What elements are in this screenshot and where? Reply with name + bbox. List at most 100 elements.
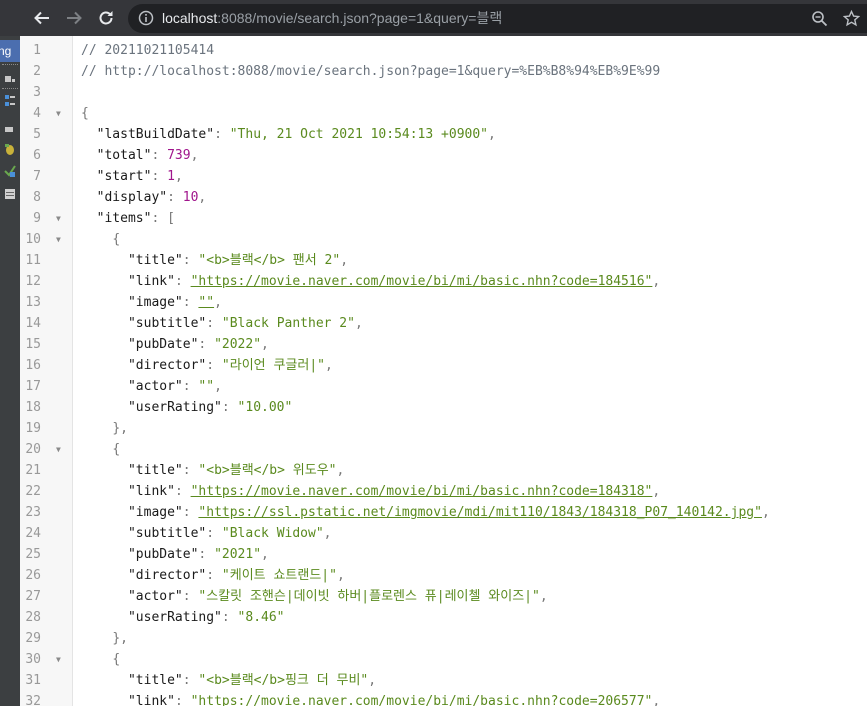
back-arrow-icon (34, 11, 49, 25)
address-url[interactable]: localhost:8088/movie/search.json?page=1&… (162, 10, 502, 27)
json-key: "actor" (127, 589, 183, 604)
json-string: "2022" (214, 337, 262, 352)
line-number: 1 (33, 43, 41, 58)
json-string: "Black Panther 2" (221, 316, 355, 331)
line-number: 28 (25, 610, 41, 625)
line-number: 15 (25, 337, 41, 352)
code-line: 12 "link": "https://movie.naver.com/movi… (20, 271, 867, 292)
json-key: "display" (96, 190, 168, 205)
json-punctuation: }, (112, 631, 128, 646)
code-content: { (81, 649, 120, 670)
line-number: 5 (33, 127, 41, 142)
json-punctuation: : (174, 274, 191, 289)
line-number: 22 (25, 484, 41, 499)
check-icon[interactable] (4, 164, 16, 178)
code-content: "link": "https://movie.naver.com/movie/b… (81, 271, 660, 292)
url-path: :8088/movie/search.json?page=1&query=블랙 (217, 10, 503, 26)
code-line: 32 "link": "https://movie.naver.com/movi… (20, 691, 867, 706)
json-comment: // http://localhost:8088/movie/search.js… (81, 64, 661, 79)
address-bar[interactable]: localhost:8088/movie/search.json?page=1&… (128, 4, 867, 33)
json-comment: // 20211021105414 (81, 43, 215, 58)
json-punctuation: , (336, 568, 345, 583)
code-content: { (81, 103, 89, 124)
database-icon[interactable] (4, 188, 16, 200)
line-number: 24 (25, 526, 41, 541)
line-number: 25 (25, 547, 41, 562)
code-content: "image": "https://ssl.pstatic.net/imgmov… (81, 502, 770, 523)
url-host: localhost (162, 10, 218, 26)
run-icon[interactable] (4, 124, 16, 134)
json-link[interactable]: "https://movie.naver.com/movie/bi/mi/bas… (191, 274, 653, 289)
code-content: "items": [ (81, 208, 175, 229)
bookmark-star-icon[interactable] (843, 10, 860, 27)
json-punctuation: : (206, 358, 222, 373)
fold-toggle-icon[interactable]: ▼ (56, 229, 61, 250)
json-string: "10.00" (237, 400, 293, 415)
json-key: "userRating" (127, 400, 222, 415)
json-key: "lastBuildDate" (96, 127, 215, 142)
code-line: 24 "subtitle": "Black Widow", (20, 523, 867, 544)
code-content: "total": 739, (81, 145, 199, 166)
line-number: 13 (25, 295, 41, 310)
json-key: "title" (127, 253, 183, 268)
json-link[interactable]: "https://movie.naver.com/movie/bi/mi/bas… (191, 484, 653, 499)
json-key: "subtitle" (127, 316, 207, 331)
line-number: 23 (25, 505, 41, 520)
fold-toggle-icon[interactable]: ▼ (56, 103, 61, 124)
code-line: 21 "title": "<b>블랙</b> 위도우", (20, 460, 867, 481)
line-number: 9 (33, 211, 41, 226)
json-punctuation: , (539, 589, 548, 604)
json-link[interactable]: "https://ssl.pstatic.net/imgmovie/mdi/mi… (198, 505, 762, 520)
json-punctuation: : (206, 316, 222, 331)
json-string: "" (198, 379, 215, 394)
code-content: "link": "https://movie.naver.com/movie/b… (81, 481, 660, 502)
bug-icon[interactable] (4, 142, 16, 156)
line-number: 16 (25, 358, 41, 373)
code-line: 11 "title": "<b>블랙</b> 팬서 2", (20, 250, 867, 271)
code-content: "userRating": "8.46" (81, 607, 285, 628)
json-string: "<b>블랙</b> 팬서 2" (198, 253, 341, 268)
info-icon[interactable] (138, 10, 154, 26)
json-key: "link" (127, 274, 175, 289)
code-line: 7 "start": 1, (20, 166, 867, 187)
json-punctuation: , (174, 169, 183, 184)
json-punctuation: : (182, 295, 199, 310)
fold-toggle-icon[interactable]: ▼ (56, 439, 61, 460)
json-key: "subtitle" (127, 526, 207, 541)
zoom-icon[interactable] (811, 10, 828, 27)
json-key: "link" (127, 694, 175, 706)
adjacent-window-tab[interactable]: ng (0, 40, 20, 62)
json-key: "total" (96, 148, 152, 163)
json-key: "image" (127, 295, 183, 310)
code-line: 30 ▼ { (20, 649, 867, 670)
reload-button[interactable] (94, 6, 118, 30)
code-content: "title": "<b>블랙</b> 팬서 2", (81, 250, 348, 271)
json-string: "케이트 쇼트랜드|" (221, 568, 337, 583)
code-content: "link": "https://movie.naver.com/movie/b… (81, 691, 660, 706)
code-line: 14 "subtitle": "Black Panther 2", (20, 313, 867, 334)
tool-icon[interactable] (4, 74, 16, 84)
code-line: 16 "director": "라이언 쿠글러|", (20, 355, 867, 376)
json-punctuation: : (182, 463, 199, 478)
json-link[interactable]: "https://movie.naver.com/movie/bi/mi/bas… (191, 694, 653, 706)
forward-arrow-icon (67, 11, 82, 25)
code-content: "start": 1, (81, 166, 183, 187)
json-key: "pubDate" (127, 547, 199, 562)
json-punctuation: : (198, 547, 215, 562)
fold-toggle-icon[interactable]: ▼ (56, 649, 61, 670)
json-punctuation: { (81, 106, 89, 121)
fold-toggle-icon[interactable]: ▼ (56, 208, 61, 229)
json-link[interactable]: "" (198, 295, 214, 310)
code-content: "title": "<b>블랙</b> 위도우", (81, 460, 344, 481)
line-number: 6 (33, 148, 41, 163)
back-button[interactable] (30, 6, 54, 30)
json-string: "Black Widow" (221, 526, 324, 541)
forward-button[interactable] (62, 6, 86, 30)
structure-icon[interactable] (4, 94, 16, 108)
json-punctuation: , (652, 484, 661, 499)
line-number: 26 (25, 568, 41, 583)
json-punctuation: , (336, 463, 345, 478)
json-number: 10 (182, 190, 199, 205)
code-content: "director": "라이언 쿠글러|", (81, 355, 333, 376)
json-punctuation: , (214, 379, 222, 394)
